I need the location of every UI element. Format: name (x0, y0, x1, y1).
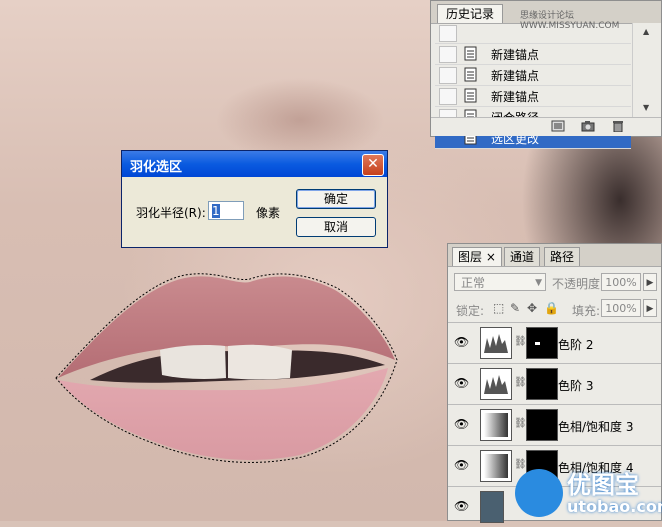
layer-name: 色相/饱和度 3 (558, 420, 634, 434)
layer-name: 色阶 2 (558, 338, 594, 352)
watermark-logo: 优图宝 utobao.com (515, 465, 662, 520)
tab-paths[interactable]: 路径 (544, 247, 581, 266)
watermark-domain-text: utobao.com (567, 497, 662, 516)
history-row[interactable]: 新建锚点 (435, 65, 631, 86)
blend-mode-select[interactable]: 正常 ▼ (454, 273, 546, 291)
snapshot-checkbox[interactable] (439, 25, 457, 42)
layer-mask-thumbnail[interactable] (526, 409, 558, 441)
trash-icon[interactable] (611, 120, 625, 132)
bird-logo-icon (515, 469, 563, 517)
eye-icon[interactable]: 👁 (454, 499, 470, 513)
camera-icon[interactable] (581, 120, 595, 132)
hue-saturation-adjustment-icon (480, 409, 512, 441)
close-button[interactable]: ✕ (362, 154, 384, 176)
eye-icon[interactable]: 👁 (454, 335, 470, 349)
lock-brush-icon[interactable]: ✎ (510, 302, 522, 314)
history-row-label: 新建锚点 (491, 48, 540, 62)
watermark-site-text: 思缘设计论坛 WWW.MISSYUAN.COM (520, 11, 620, 31)
lock-label: 锁定: (456, 304, 485, 318)
layer-mask-thumbnail[interactable] (526, 327, 558, 359)
history-state-icon (464, 88, 477, 103)
snapshot-checkbox[interactable] (439, 46, 457, 63)
history-row[interactable]: 新建锚点 (435, 44, 631, 65)
feather-radius-label: 羽化半径(R): (136, 206, 206, 220)
tab-layers[interactable]: 图层 × (452, 247, 502, 266)
dialog-title: 羽化选区 (130, 160, 183, 175)
history-state-icon (464, 46, 477, 61)
opacity-input[interactable]: 100% (601, 273, 641, 291)
chain-link-icon[interactable]: ⛓ (514, 336, 527, 347)
snapshot-checkbox[interactable] (439, 67, 457, 84)
tab-channels[interactable]: 通道 (504, 247, 541, 266)
layer-name: 色阶 3 (558, 379, 594, 393)
lock-move-icon[interactable]: ✥ (527, 302, 539, 314)
layer-mask-thumbnail[interactable] (526, 368, 558, 400)
feather-selection-dialog: 羽化选区 ✕ 羽化半径(R): 1 像素 确定 取消 (121, 150, 388, 248)
layer-row[interactable]: 👁 ⛓ 色阶 3 (448, 363, 661, 404)
watermark-logo-text: 优图宝 (567, 471, 639, 499)
fill-arrow-icon[interactable]: ▶ (643, 299, 657, 317)
photo-layer-thumbnail (480, 491, 504, 523)
scroll-down-icon[interactable]: ▼ (643, 103, 649, 112)
history-row-label: 新建锚点 (491, 69, 540, 83)
unit-label: 像素 (256, 206, 281, 220)
chevron-down-icon: ▼ (535, 278, 542, 288)
history-toolbar (431, 117, 661, 136)
hue-saturation-adjustment-icon (480, 450, 512, 482)
close-icon: ✕ (367, 156, 379, 172)
chain-link-icon[interactable]: ⛓ (514, 377, 527, 388)
layer-row[interactable]: 👁 ⛓ 色相/饱和度 3 (448, 404, 661, 445)
cancel-button[interactable]: 取消 (296, 217, 376, 237)
history-state-icon (464, 67, 477, 82)
history-row-label: 新建锚点 (491, 90, 540, 104)
ok-button[interactable]: 确定 (296, 189, 376, 209)
levels-adjustment-icon (480, 368, 512, 400)
chain-link-icon[interactable]: ⛓ (514, 418, 527, 429)
lock-all-icon[interactable]: 🔒 (544, 302, 559, 314)
lock-transparent-icon[interactable]: ⬚ (493, 302, 505, 314)
eye-icon[interactable]: 👁 (454, 376, 470, 390)
snapshot-checkbox[interactable] (439, 88, 457, 105)
history-row[interactable]: 新建锚点 (435, 86, 631, 107)
opacity-arrow-icon[interactable]: ▶ (643, 273, 657, 291)
fill-input[interactable]: 100% (601, 299, 641, 317)
layers-tabbar: 图层 × 通道 路径 (448, 244, 661, 267)
layer-row[interactable]: 👁 ⛓ 色阶 2 (448, 322, 661, 363)
eye-icon[interactable]: 👁 (454, 417, 470, 431)
fill-label: 填充: (572, 304, 601, 318)
new-document-icon[interactable] (551, 120, 565, 132)
dialog-titlebar[interactable]: 羽化选区 ✕ (122, 151, 387, 177)
eye-icon[interactable]: 👁 (454, 458, 470, 472)
levels-adjustment-icon (480, 327, 512, 359)
feather-radius-input[interactable]: 1 (208, 201, 244, 220)
tab-history[interactable]: 历史记录 (437, 4, 504, 23)
opacity-label: 不透明度: (552, 277, 605, 291)
history-scrollbar[interactable]: ▲ ▼ (632, 23, 661, 118)
